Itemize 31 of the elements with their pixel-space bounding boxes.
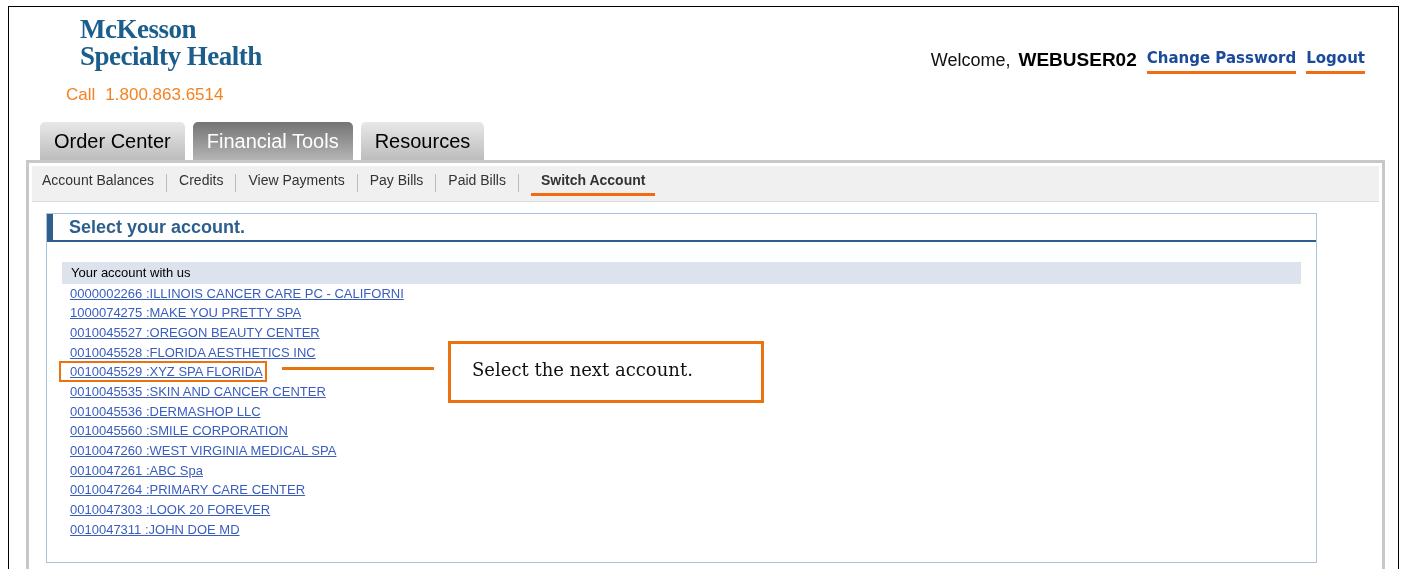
account-link[interactable]: 0010047260 :WEST VIRGINIA MEDICAL SPA <box>70 442 337 459</box>
phone-number: 1.800.863.6514 <box>105 84 224 106</box>
subnav-link[interactable]: Credits <box>179 170 224 196</box>
account-link[interactable]: 0010045535 :SKIN AND CANCER CENTER <box>70 382 326 400</box>
subnav-link[interactable]: Account Balances <box>42 170 155 196</box>
account-link[interactable]: 1000074275 :MAKE YOU PRETTY SPA <box>70 304 302 322</box>
call-label: Call <box>66 84 96 106</box>
list-header: Your account with us <box>62 261 1301 284</box>
account-link[interactable]: 0010047264 :PRIMARY CARE CENTER <box>70 481 306 499</box>
header-link[interactable]: Logout <box>1306 47 1365 74</box>
subnav-link[interactable]: Switch Account <box>530 170 656 196</box>
account-link[interactable]: 0010047311 :JOHN DOE MD <box>70 520 240 538</box>
username: WEBUSER02 <box>1018 48 1137 72</box>
account-link[interactable]: 0010045527 :OREGON BEAUTY CENTER <box>70 323 320 341</box>
callout-text: Select the next account. <box>472 357 693 382</box>
main-tab[interactable]: Resources <box>360 121 485 160</box>
logo: McKesson Specialty Health <box>80 16 262 70</box>
header-link[interactable]: Change Password <box>1146 47 1297 74</box>
account-link[interactable]: 0010045560 :SMILE CORPORATION <box>70 422 288 440</box>
account-link[interactable]: 0010045536 :DERMASHOP LLC <box>70 402 261 420</box>
account-link[interactable]: 0010047303 :LOOK 20 FOREVER <box>70 501 271 519</box>
subnav-link[interactable]: View Payments <box>248 170 345 196</box>
subnav-link[interactable]: Pay Bills <box>369 170 424 196</box>
welcome-text: Welcome, <box>930 48 1011 72</box>
account-link[interactable]: 0010045529 :XYZ SPA FLORIDA <box>61 363 265 381</box>
account-link[interactable]: 0000002266 :ILLINOIS CANCER CARE PC - CALIFORNI <box>70 284 404 302</box>
panel-title: Select your account. <box>69 215 246 239</box>
account-link[interactable]: 0010045528 :FLORIDA AESTHETICS INC <box>70 343 316 361</box>
subnav-link[interactable]: Paid Bills <box>448 170 506 196</box>
main-tab[interactable]: Order Center <box>40 121 185 160</box>
account-link[interactable]: 0010047261 :ABC Spa <box>70 461 203 479</box>
